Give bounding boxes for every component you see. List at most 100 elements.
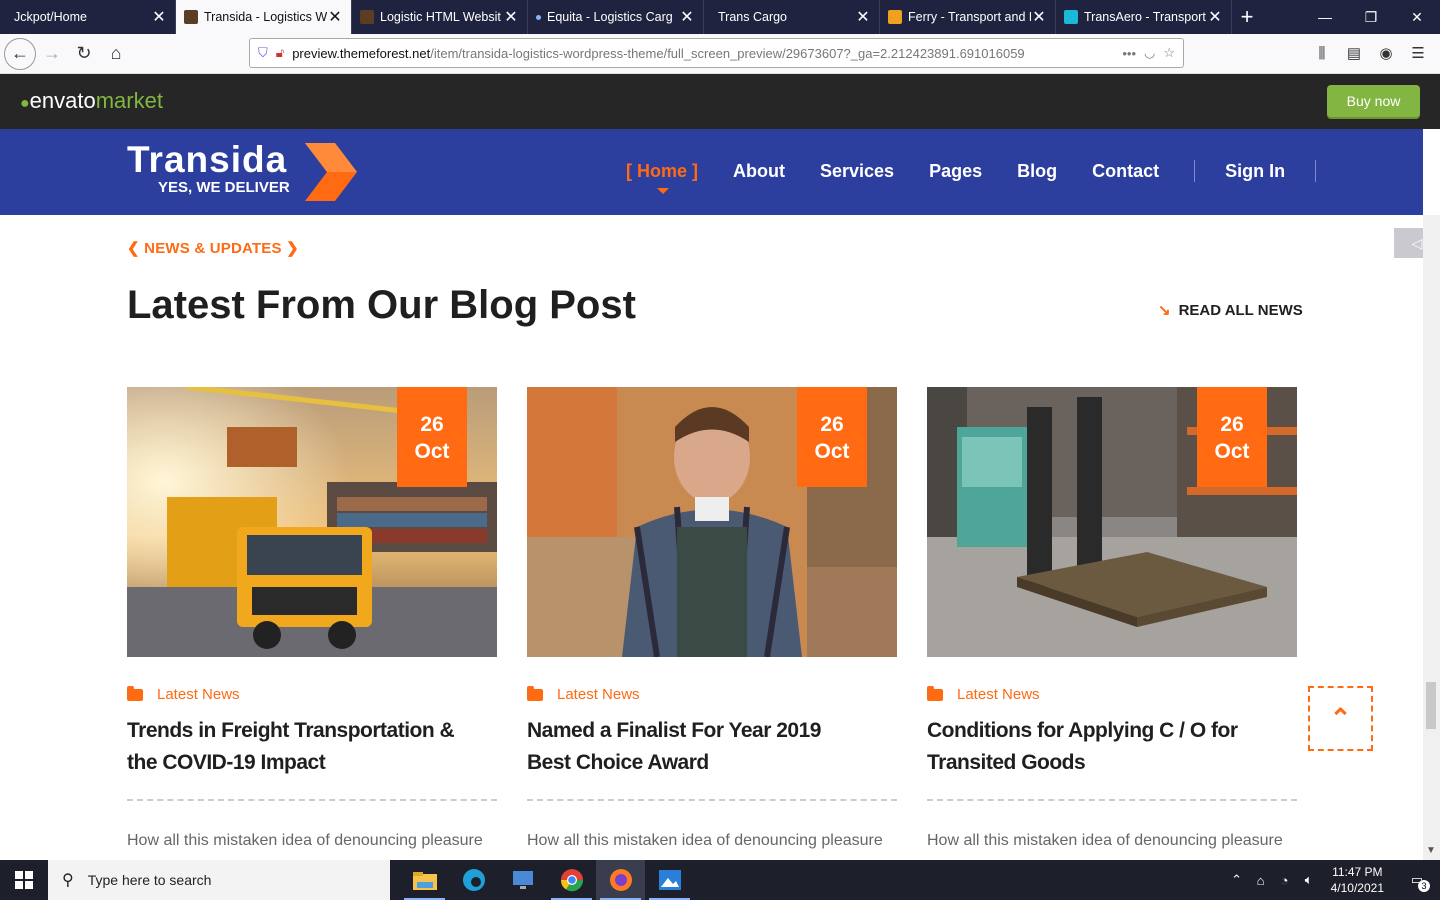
chevron-right-icon: ❯ [286,240,299,257]
folder-icon [527,685,543,701]
folder-icon [127,685,143,701]
date-badge: 26 Oct [797,387,867,487]
main-menu: [ Home ] About Services Pages Blog Conta… [626,160,1346,194]
edge-icon[interactable] [449,860,498,900]
menu-signin[interactable]: Sign In [1225,161,1285,182]
close-icon[interactable]: ✕ [503,7,519,27]
minimize-icon[interactable]: — [1302,0,1348,34]
chevron-left-icon: ❮ [127,240,140,257]
close-icon[interactable]: ✕ [1031,7,1047,27]
menu-services[interactable]: Services [820,161,894,182]
brand-title: Transida [127,139,288,180]
favicon-icon [536,14,541,20]
chevron-up-icon[interactable]: ⌃ [1225,872,1249,888]
dashed-divider [927,799,1297,801]
library-icon[interactable]: ⫼ [1308,38,1336,68]
post-category[interactable]: Latest News [127,685,497,703]
section-eyebrow: ❮ NEWS & UPDATES ❯ [127,240,299,257]
photos-icon[interactable] [645,860,694,900]
back-arrow-icon[interactable]: ← [4,37,36,70]
more-icon[interactable]: ••• [1122,46,1136,61]
caret-down-icon [657,187,669,194]
forward-arrow-icon[interactable]: → [36,38,68,70]
sidebar-icon[interactable]: ▤ [1340,38,1368,68]
meet-now-icon[interactable]: ⌂ [1249,873,1273,888]
notification-icon[interactable]: ▭ 3 [1394,872,1440,892]
date-badge: 26 Oct [1197,387,1267,487]
restore-icon[interactable]: ❐ [1348,0,1394,34]
logo-chevron-icon [305,143,357,201]
home-icon[interactable]: ⌂ [100,38,132,70]
browser-tab[interactable]: Ferry - Transport and L ✕ [880,0,1056,34]
close-icon[interactable]: ✕ [327,7,343,27]
post-excerpt: How all this mistaken idea of denouncing… [927,832,1283,849]
browser-tab[interactable]: Jckpot/Home ✕ [0,0,176,34]
tab-title: TransAero - Transport [1084,10,1206,24]
read-all-news-link[interactable]: ↘ READ ALL NEWS [1158,301,1303,319]
post-image-truck[interactable]: 26 Oct [127,387,497,657]
page-scrollbar[interactable]: ▼ [1423,215,1440,860]
pocket-icon[interactable]: ◡ [1144,45,1155,61]
post-image-worker[interactable]: 26 Oct [527,387,897,657]
tab-title: Jckpot/Home [14,10,87,24]
taskbar-search[interactable]: ⚲ Type here to search [48,860,390,900]
browser-tab-active[interactable]: Transida - Logistics W ✕ [176,0,352,34]
close-icon[interactable]: ✕ [1207,7,1223,27]
post-title[interactable]: Named a Finalist For Year 2019 Best Choi… [527,715,857,779]
close-icon[interactable]: ✕ [151,7,167,27]
browser-tab[interactable]: Equita - Logistics Carg ✕ [528,0,704,34]
browser-tab-bar: Jckpot/Home ✕ Transida - Logistics W ✕ L… [0,0,1440,34]
account-icon[interactable]: ◉ [1372,38,1400,68]
system-tray: ⌃ ⌂ ◔ 🔈︎ 11:47 PM 4/10/2021 ▭ 3 [1225,860,1440,900]
post-image-warehouse[interactable]: 26 Oct [927,387,1297,657]
shield-icon: ⛉ [258,45,268,60]
menu-icon[interactable]: ☰ [1404,38,1432,68]
folder-icon [927,685,943,701]
post-category[interactable]: Latest News [927,685,1297,703]
menu-home[interactable]: [ Home ] [626,161,698,194]
browser-tab[interactable]: TransAero - Transport ✕ [1056,0,1232,34]
remote-desktop-icon[interactable] [498,860,547,900]
url-bar[interactable]: ⛉ 🔓︎ preview.themeforest.net/item/transi… [249,38,1184,68]
brand-tagline: YES, WE DELIVER [158,179,290,196]
star-icon[interactable]: ☆ [1163,45,1175,61]
menu-blog[interactable]: Blog [1017,161,1057,182]
site-logo[interactable]: Transida YES, WE DELIVER [127,139,290,196]
close-window-icon[interactable]: ✕ [1394,0,1440,34]
envato-logo[interactable]: ●envatomarket [20,88,163,114]
buy-now-button[interactable]: Buy now [1327,85,1420,117]
scroll-down-icon[interactable]: ▼ [1426,845,1436,856]
close-icon[interactable]: ✕ [855,7,871,27]
envato-bar: ●envatomarket [0,74,1440,129]
scroll-to-top-button[interactable]: ⌃ [1308,686,1373,751]
firefox-icon[interactable] [596,860,645,900]
menu-divider [1315,160,1317,182]
post-title[interactable]: Trends in Freight Transportation & the C… [127,715,457,779]
post-category[interactable]: Latest News [527,685,897,703]
search-icon: ⚲ [62,872,74,889]
close-icon[interactable]: ✕ [679,7,695,27]
volume-icon[interactable]: 🔈︎ [1297,872,1321,888]
insecure-lock-icon: 🔓︎ [275,45,285,60]
chrome-icon[interactable] [547,860,596,900]
truck-icon [888,10,902,24]
menu-contact[interactable]: Contact [1092,161,1159,182]
post-title[interactable]: Conditions for Applying C / O for Transi… [927,715,1257,779]
windows-start-button[interactable] [0,860,48,900]
browser-tab[interactable]: Trans Cargo ✕ [704,0,880,34]
menu-pages[interactable]: Pages [929,161,982,182]
file-explorer-icon[interactable] [400,860,449,900]
url-text: preview.themeforest.net/item/transida-lo… [292,45,1025,61]
network-icon[interactable]: ◔ [1273,873,1297,888]
windows-logo-icon [15,871,33,889]
scrollbar-thumb[interactable] [1426,682,1436,729]
taskbar-clock[interactable]: 11:47 PM 4/10/2021 [1331,864,1384,896]
new-tab-button[interactable]: + [1232,0,1262,34]
browser-tab[interactable]: Logistic HTML Websit ✕ [352,0,528,34]
menu-about[interactable]: About [733,161,785,182]
tab-title: Transida - Logistics W [204,10,327,24]
leaf-icon: ● [20,95,30,112]
favicon-icon [184,10,198,24]
reload-icon[interactable]: ↻ [68,38,100,70]
tab-title: Logistic HTML Websit [380,10,501,24]
